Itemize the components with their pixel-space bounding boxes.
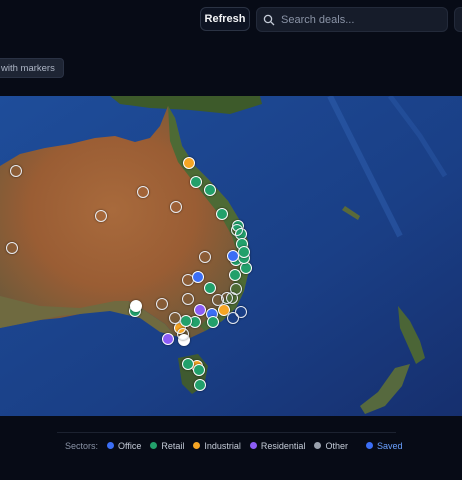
map-marker-other[interactable] xyxy=(177,328,189,340)
map-marker-office[interactable] xyxy=(227,250,239,262)
saved-dot-icon xyxy=(365,442,373,449)
legend-title: Sectors: xyxy=(65,440,99,451)
filter-chip[interactable]: with markers xyxy=(0,58,64,78)
map-marker-other[interactable] xyxy=(170,201,182,213)
map-marker-retail[interactable] xyxy=(204,282,216,294)
map-marker-other[interactable] xyxy=(156,298,168,310)
search-input[interactable] xyxy=(281,13,441,26)
residential-dot-icon xyxy=(249,442,257,449)
map-marker-other[interactable] xyxy=(10,165,22,177)
legend-retail-label: Retail xyxy=(161,440,185,451)
map-marker-retail[interactable] xyxy=(194,379,206,391)
map-marker-residential[interactable] xyxy=(194,304,206,316)
map-marker-other[interactable] xyxy=(230,283,242,295)
map-marker-other[interactable] xyxy=(227,312,239,324)
map-marker-retail[interactable] xyxy=(180,315,192,327)
map-marker-residential[interactable] xyxy=(162,333,174,345)
map-marker-other[interactable] xyxy=(221,292,233,304)
map-marker-industrial[interactable] xyxy=(183,157,195,169)
map-marker-retail[interactable] xyxy=(216,208,228,220)
map-view[interactable] xyxy=(0,96,462,416)
map-marker-retail[interactable] xyxy=(182,358,194,370)
office-dot-icon xyxy=(107,442,115,449)
map-marker-retail[interactable] xyxy=(193,364,205,376)
map-legend: Sectors: Office Retail Industrial Reside… xyxy=(57,432,402,458)
legend-saved: Saved xyxy=(365,440,403,451)
map-marker-other[interactable] xyxy=(169,312,181,324)
map-marker-retail[interactable] xyxy=(207,316,219,328)
map-marker-retail[interactable] xyxy=(190,176,202,188)
legend-residential-label: Residential xyxy=(260,440,306,451)
map-marker-retail[interactable] xyxy=(204,184,216,196)
search-box[interactable] xyxy=(256,7,448,32)
map-marker-white[interactable] xyxy=(130,300,142,312)
legend-residential: Residential xyxy=(249,440,306,451)
legend-other-label: Other xyxy=(325,440,348,451)
legend-retail: Retail xyxy=(150,441,184,451)
map-marker-other[interactable] xyxy=(6,242,18,254)
retail-dot-icon xyxy=(150,442,158,449)
legend-saved-label: Saved xyxy=(376,440,403,451)
more-button[interactable] xyxy=(454,7,462,32)
map-marker-other[interactable] xyxy=(137,186,149,198)
legend-office-label: Office xyxy=(118,440,142,451)
refresh-button[interactable]: Refresh xyxy=(200,7,250,31)
map-marker-retail[interactable] xyxy=(238,246,250,258)
search-icon xyxy=(263,14,275,25)
legend-other: Other xyxy=(314,441,348,451)
map-marker-other[interactable] xyxy=(231,224,243,236)
other-dot-icon xyxy=(314,442,322,449)
map-marker-other[interactable] xyxy=(182,293,194,305)
industrial-dot-icon xyxy=(193,442,201,449)
map-marker-other[interactable] xyxy=(95,210,107,222)
map-marker-office[interactable] xyxy=(192,271,204,283)
top-bar: Refresh xyxy=(0,0,462,46)
map-marker-other[interactable] xyxy=(199,251,211,263)
legend-industrial: Industrial xyxy=(193,441,241,451)
legend-office: Office xyxy=(107,441,141,451)
legend-industrial-label: Industrial xyxy=(204,440,241,451)
map-marker-retail[interactable] xyxy=(229,269,241,281)
